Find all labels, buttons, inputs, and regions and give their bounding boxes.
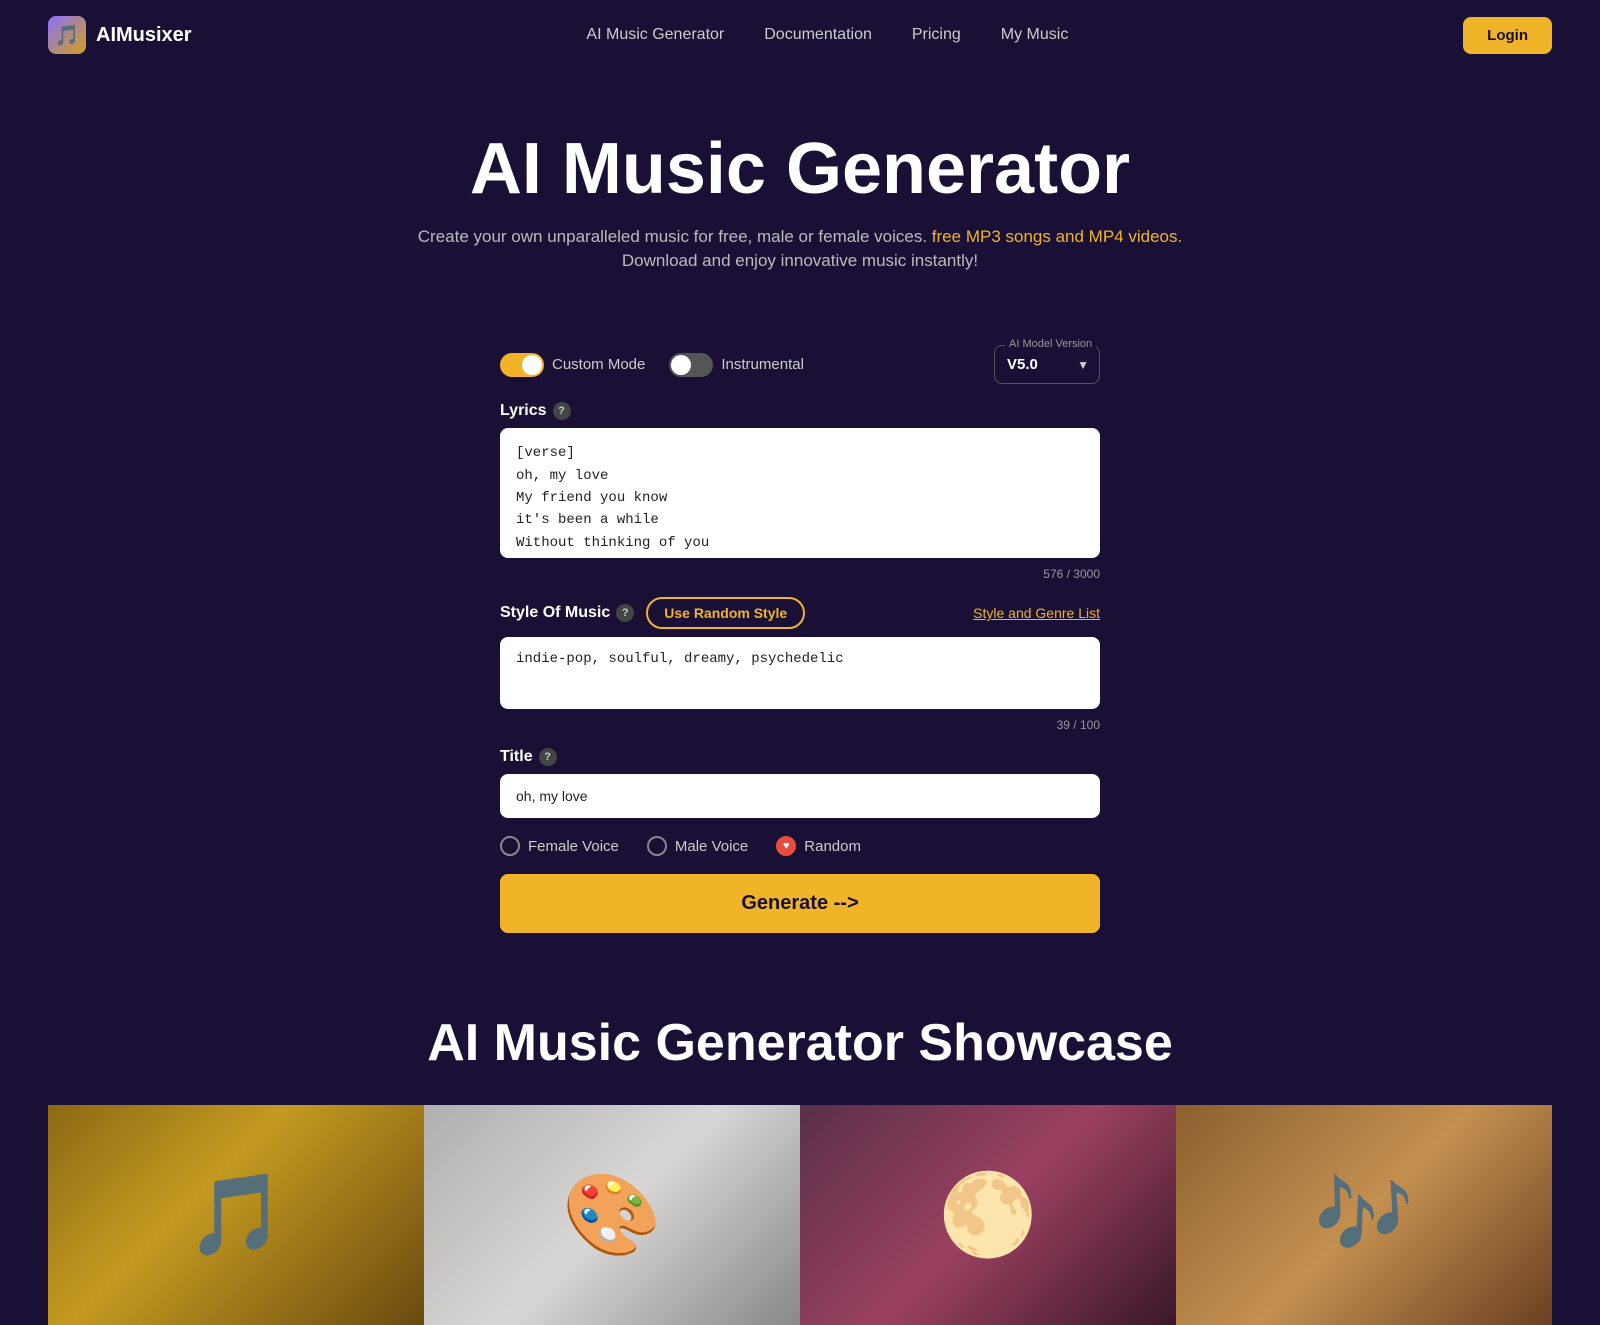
showcase-card-1: 🎵	[48, 1105, 424, 1325]
lyrics-field-label: Lyrics ?	[500, 402, 1100, 420]
random-voice-label: Random	[804, 838, 861, 855]
nav-ai-music[interactable]: AI Music Generator	[586, 26, 724, 43]
title-label-text: Title	[500, 748, 533, 766]
style-help-icon[interactable]: ?	[616, 604, 634, 622]
male-voice-option[interactable]: Male Voice	[647, 836, 748, 856]
custom-mode-thumb	[522, 355, 542, 375]
hero-sub2: Download and enjoy innovative music inst…	[20, 251, 1580, 271]
hero-subtitle-plain: Create your own unparalleled music for f…	[418, 227, 927, 246]
showcase-card-3: 🌕	[800, 1105, 1176, 1325]
generate-button[interactable]: Generate -->	[500, 874, 1100, 933]
style-textarea[interactable]: indie-pop, soulful, dreamy, psychedelic	[500, 637, 1100, 709]
random-voice-option[interactable]: Random	[776, 836, 861, 856]
showcase-grid: 🎵 🎨 🌕 🎶	[48, 1105, 1552, 1325]
voice-row: Female Voice Male Voice Random	[500, 836, 1100, 856]
nav-pricing[interactable]: Pricing	[912, 26, 961, 43]
navbar: 🎵 AIMusixer AI Music Generator Documenta…	[0, 0, 1600, 70]
female-voice-radio	[500, 836, 520, 856]
nav-documentation[interactable]: Documentation	[764, 26, 872, 43]
instrumental-toggle-item: Instrumental	[669, 353, 804, 377]
style-row-left: Style Of Music ? Use Random Style	[500, 597, 805, 629]
ai-model-label: AI Model Version	[1005, 338, 1096, 350]
logo[interactable]: 🎵 AIMusixer	[48, 16, 192, 54]
lyrics-char-count: 576 / 3000	[500, 567, 1100, 581]
logo-text: AIMusixer	[96, 24, 192, 47]
style-char-count: 39 / 100	[500, 718, 1100, 732]
nav-links: AI Music Generator Documentation Pricing…	[586, 26, 1068, 44]
lyrics-help-icon[interactable]: ?	[553, 402, 571, 420]
female-voice-option[interactable]: Female Voice	[500, 836, 619, 856]
custom-mode-label: Custom Mode	[552, 356, 645, 373]
title-input[interactable]	[500, 774, 1100, 818]
showcase-title: AI Music Generator Showcase	[48, 1013, 1552, 1073]
instrumental-toggle[interactable]	[669, 353, 713, 377]
male-voice-radio	[647, 836, 667, 856]
style-label-text: Style Of Music	[500, 604, 610, 622]
toggles-row: Custom Mode Instrumental AI Model Versio…	[500, 345, 1100, 384]
title-field-label: Title ?	[500, 748, 1100, 766]
male-voice-label: Male Voice	[675, 838, 748, 855]
style-genre-link[interactable]: Style and Genre List	[973, 605, 1100, 621]
hero-section: AI Music Generator Create your own unpar…	[0, 70, 1600, 315]
hero-subtitle: Create your own unparalleled music for f…	[20, 227, 1580, 247]
hero-subtitle-highlight: free MP3 songs and MP4 videos.	[932, 227, 1182, 246]
ai-model-select[interactable]: V5.0 V4.0 V3.0	[1007, 350, 1087, 379]
login-button[interactable]: Login	[1463, 17, 1552, 54]
random-style-button[interactable]: Use Random Style	[646, 597, 805, 629]
instrumental-label: Instrumental	[721, 356, 804, 373]
random-voice-radio	[776, 836, 796, 856]
toggles-left: Custom Mode Instrumental	[500, 353, 804, 377]
nav-my-music[interactable]: My Music	[1001, 26, 1069, 43]
title-help-icon[interactable]: ?	[539, 748, 557, 766]
female-voice-label: Female Voice	[528, 838, 619, 855]
lyrics-label-text: Lyrics	[500, 402, 547, 420]
custom-mode-toggle-item: Custom Mode	[500, 353, 645, 377]
style-row: Style Of Music ? Use Random Style Style …	[500, 597, 1100, 629]
custom-mode-toggle[interactable]	[500, 353, 544, 377]
showcase-card-4: 🎶	[1176, 1105, 1552, 1325]
logo-icon: 🎵	[48, 16, 86, 54]
style-field-label: Style Of Music ?	[500, 604, 634, 622]
hero-title: AI Music Generator	[20, 130, 1580, 209]
lyrics-textarea[interactable]: [verse] oh, my love My friend you know i…	[500, 428, 1100, 558]
instrumental-thumb	[671, 355, 691, 375]
showcase-section: AI Music Generator Showcase 🎵 🎨 🌕 🎶	[0, 993, 1600, 1325]
ai-model-select-wrap: AI Model Version V5.0 V4.0 V3.0 ▼	[994, 345, 1100, 384]
music-form: Custom Mode Instrumental AI Model Versio…	[480, 345, 1120, 993]
showcase-card-2: 🎨	[424, 1105, 800, 1325]
